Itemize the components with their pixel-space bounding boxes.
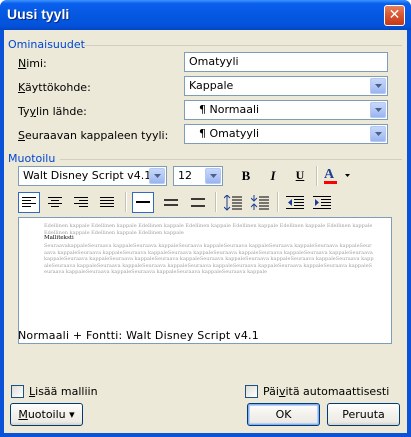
increase-paragraph-spacing-icon — [224, 195, 242, 211]
bold-icon: B — [241, 168, 251, 183]
ok-button[interactable]: OK — [247, 403, 320, 426]
preview-previous-paragraph: Edellinen kappale Edellinen kappale Edel… — [44, 223, 373, 236]
one-half-spacing-icon — [164, 199, 178, 206]
dialog-body: Ominaisuudet Nimi: Omatyyli Käyttökohde:… — [4, 30, 407, 433]
justify-button[interactable] — [96, 192, 118, 213]
decrease-indent-button[interactable] — [284, 192, 306, 213]
auto-update-label[interactable]: Päivitä automaattisesti — [263, 385, 389, 398]
decrease-indent-icon — [286, 196, 304, 209]
underline-icon: U — [295, 168, 305, 182]
auto-update-checkbox[interactable] — [245, 385, 258, 398]
style-preview: Edellinen kappale Edellinen kappale Edel… — [18, 217, 392, 344]
chevron-down-icon[interactable] — [149, 168, 165, 184]
close-button[interactable]: ✕ — [384, 5, 405, 26]
next-style-label: Seuraavan kappaleen tyyli: — [18, 129, 169, 142]
align-left-button[interactable] — [18, 192, 40, 213]
properties-divider — [84, 45, 402, 46]
one-half-spacing-button[interactable] — [160, 192, 182, 213]
based-on-label: Tyylin lähde: — [18, 105, 87, 118]
font-color-swatch — [324, 181, 337, 184]
single-spacing-button[interactable] — [132, 192, 154, 213]
cancel-button[interactable]: Peruuta — [327, 403, 400, 426]
add-to-template-checkbox[interactable] — [11, 385, 24, 398]
style-description: Normaali + Fontti: Walt Disney Script v4… — [18, 329, 259, 342]
chevron-down-icon — [345, 174, 350, 177]
align-center-icon — [48, 197, 62, 207]
italic-icon: I — [270, 168, 276, 183]
align-center-button[interactable] — [44, 192, 66, 213]
chevron-down-icon[interactable] — [370, 102, 386, 118]
increase-spacing-button[interactable] — [222, 192, 244, 213]
font-select[interactable]: Walt Disney Script v4.1 — [18, 166, 167, 186]
decrease-paragraph-spacing-icon — [251, 195, 269, 210]
underline-button[interactable]: U — [289, 165, 311, 186]
font-size-select[interactable]: 12 — [173, 166, 223, 186]
formatting-group-label: Muotoilu — [8, 152, 56, 165]
align-right-icon — [74, 197, 88, 207]
properties-group-label: Ominaisuudet — [8, 38, 85, 51]
align-right-button[interactable] — [70, 192, 92, 213]
toolbar-separator — [215, 192, 217, 212]
chevron-down-icon[interactable] — [370, 78, 386, 94]
toolbar-separator — [316, 166, 318, 186]
paragraph-mark-icon: ¶ — [199, 127, 206, 140]
style-type-label: Käyttökohde: — [18, 81, 91, 94]
decrease-spacing-button[interactable] — [249, 192, 271, 213]
font-color-button[interactable]: A — [321, 165, 355, 186]
toolbar-separator — [277, 192, 279, 212]
title-bar[interactable]: Uusi tyyli ✕ — [0, 0, 411, 30]
justify-icon — [100, 197, 114, 207]
double-spacing-button[interactable] — [187, 192, 209, 213]
italic-button[interactable]: I — [262, 165, 284, 186]
increase-indent-button[interactable] — [311, 192, 333, 213]
style-type-select[interactable]: Kappale — [184, 76, 388, 96]
chevron-down-icon: ▾ — [69, 408, 75, 421]
dialog-title: Uusi tyyli — [7, 6, 70, 22]
chevron-down-icon[interactable] — [205, 168, 221, 184]
format-menu-button[interactable]: Muotoilu ▾ — [10, 403, 83, 426]
single-spacing-icon — [136, 201, 150, 203]
add-to-template-label[interactable]: Lisää malliin — [29, 385, 98, 398]
name-label: Nimi: — [18, 57, 47, 70]
preview-following-paragraph: SeuraavakappaleSeuraava kappaleSeuraava … — [44, 243, 374, 275]
chevron-down-icon[interactable] — [370, 126, 386, 142]
double-spacing-icon — [191, 198, 205, 207]
increase-indent-icon — [313, 196, 331, 209]
name-field[interactable]: Omatyyli — [184, 52, 388, 72]
based-on-select[interactable]: ¶ Normaali — [184, 100, 388, 120]
toolbar-separator — [125, 192, 127, 212]
paragraph-mark-icon: ¶ — [199, 103, 206, 116]
align-left-icon — [22, 197, 36, 207]
formatting-divider — [60, 159, 402, 160]
bold-button[interactable]: B — [235, 165, 257, 186]
close-icon: ✕ — [388, 7, 401, 23]
next-style-select[interactable]: ¶ Omatyyli — [184, 124, 388, 144]
preview-sample-text: Malliteksti — [44, 235, 74, 241]
new-style-dialog: Uusi tyyli ✕ Ominaisuudet Nimi: Omatyyli… — [0, 0, 411, 437]
